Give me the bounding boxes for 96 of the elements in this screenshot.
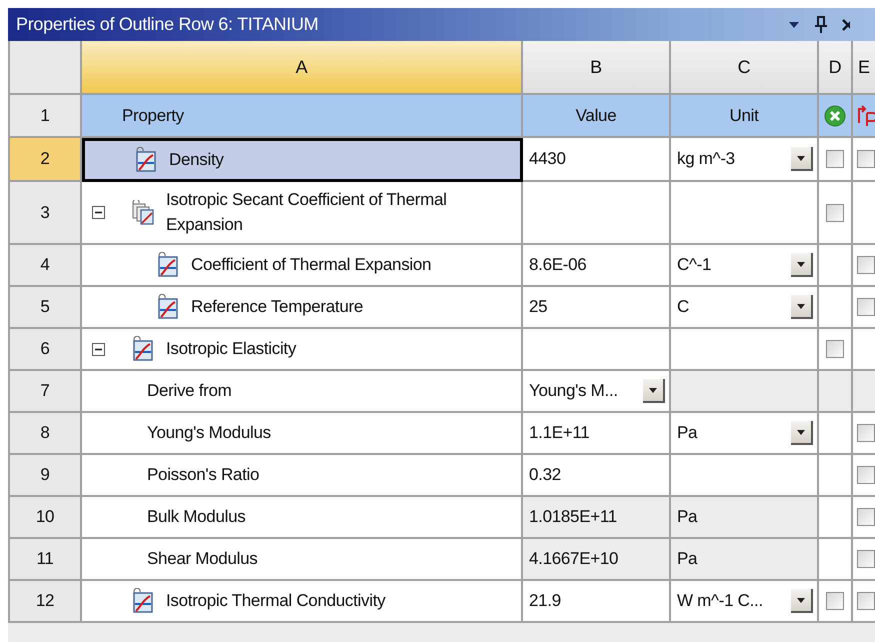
chart-icon bbox=[135, 147, 157, 173]
property-name: Isotropic Elasticity bbox=[166, 338, 296, 360]
property-name: Isotropic Secant Coefficient of Thermal Expansion bbox=[166, 189, 448, 236]
checkbox[interactable] bbox=[857, 256, 875, 274]
property-name: Young's Modulus bbox=[147, 422, 271, 444]
caret-icon bbox=[797, 430, 805, 435]
property-cell[interactable]: Isotropic Secant Coefficient of Thermal Expansion bbox=[82, 182, 523, 246]
dropdown-button[interactable] bbox=[791, 147, 813, 171]
chart-icon bbox=[157, 252, 179, 278]
row-number: 1 bbox=[10, 95, 82, 138]
column-header[interactable]: C bbox=[671, 41, 819, 95]
close-icon[interactable] bbox=[842, 16, 850, 32]
dropdown-button[interactable] bbox=[791, 253, 813, 278]
property-cell[interactable]: Bulk Modulus bbox=[82, 497, 523, 540]
unit-dropdown[interactable]: kg m^-3 bbox=[671, 138, 819, 182]
unit-cell: Pa bbox=[671, 497, 819, 540]
chart-icon bbox=[132, 336, 154, 362]
checkbox[interactable] bbox=[857, 424, 875, 442]
checkbox[interactable] bbox=[826, 340, 844, 358]
property-cell[interactable]: Reference Temperature bbox=[82, 287, 523, 330]
property-cell[interactable]: Derive from bbox=[82, 371, 523, 414]
caret-icon bbox=[649, 388, 657, 393]
value-cell: 8.6E-06 bbox=[523, 245, 671, 288]
collapse-button[interactable] bbox=[92, 206, 105, 220]
row-number: 4 bbox=[10, 245, 82, 288]
property-name: Derive from bbox=[147, 380, 232, 402]
row-number: 3 bbox=[10, 182, 82, 246]
value-dropdown[interactable]: Young's M... bbox=[523, 371, 671, 414]
dropdown-icon[interactable] bbox=[788, 20, 800, 28]
checkbox[interactable] bbox=[826, 150, 844, 168]
row-number: 10 bbox=[10, 497, 82, 540]
cancel-circle-icon bbox=[824, 104, 846, 126]
checkbox[interactable] bbox=[857, 298, 875, 316]
row-number: 8 bbox=[10, 413, 82, 456]
property-cell[interactable]: Isotropic Elasticity bbox=[82, 329, 523, 372]
row-number: 12 bbox=[10, 581, 82, 624]
caret-icon bbox=[797, 262, 805, 267]
row-number: 11 bbox=[10, 539, 82, 582]
property-name: Isotropic Thermal Conductivity bbox=[166, 590, 386, 612]
header-cell: Property bbox=[82, 95, 523, 138]
column-header[interactable]: A bbox=[82, 41, 523, 95]
unit-dropdown[interactable]: Pa bbox=[671, 413, 819, 456]
panel-title: Properties of Outline Row 6: TITANIUM bbox=[15, 14, 318, 35]
property-name: Reference Temperature bbox=[191, 296, 363, 318]
dropdown-button[interactable] bbox=[643, 379, 665, 404]
column-header[interactable]: B bbox=[523, 41, 671, 95]
unit-dropdown[interactable]: C^-1 bbox=[671, 245, 819, 288]
caret-icon bbox=[797, 156, 805, 160]
column-header[interactable]: E bbox=[853, 41, 875, 95]
property-cell[interactable]: Young's Modulus bbox=[82, 413, 523, 456]
checkbox[interactable] bbox=[857, 150, 875, 168]
value-cell: 21.9 bbox=[523, 581, 671, 624]
header-cell: Value bbox=[523, 95, 671, 138]
row-number: 2 bbox=[10, 138, 82, 182]
value-cell: 1.0185E+11 bbox=[523, 497, 671, 540]
property-name: Shear Modulus bbox=[147, 548, 258, 570]
checkbox[interactable] bbox=[826, 204, 844, 222]
property-name: Poisson's Ratio bbox=[147, 464, 260, 486]
caret-icon bbox=[797, 304, 805, 309]
value-cell: 0.32 bbox=[523, 455, 671, 498]
property-cell[interactable]: Isotropic Thermal Conductivity bbox=[82, 581, 523, 624]
row-number: 9 bbox=[10, 455, 82, 498]
caret-icon bbox=[797, 598, 805, 603]
dropdown-button[interactable] bbox=[791, 589, 813, 614]
property-name: Density bbox=[169, 148, 224, 171]
column-header[interactable]: D bbox=[819, 41, 853, 95]
dropdown-button[interactable] bbox=[791, 295, 813, 320]
arrows-icon bbox=[857, 104, 875, 126]
checkbox[interactable] bbox=[857, 550, 875, 568]
collapse-button[interactable] bbox=[92, 342, 105, 356]
chart-icon bbox=[157, 294, 179, 320]
value-cell: 25 bbox=[523, 287, 671, 330]
property-name: Bulk Modulus bbox=[147, 506, 246, 528]
checkbox[interactable] bbox=[857, 592, 875, 610]
unit-dropdown[interactable]: C bbox=[671, 287, 819, 330]
value-cell: 4430 bbox=[523, 138, 671, 182]
unit-cell: Pa bbox=[671, 539, 819, 582]
stacked-charts-icon bbox=[132, 200, 154, 226]
pin-icon[interactable] bbox=[814, 16, 828, 34]
checkbox[interactable] bbox=[857, 466, 875, 484]
row-number: 7 bbox=[10, 371, 82, 414]
property-cell[interactable]: Density bbox=[82, 138, 523, 182]
unit-dropdown[interactable]: W m^-1 C... bbox=[671, 581, 819, 624]
row-number: 6 bbox=[10, 329, 82, 372]
property-cell[interactable]: Coefficient of Thermal Expansion bbox=[82, 245, 523, 288]
header-cell: Unit bbox=[671, 95, 819, 138]
property-cell[interactable]: Shear Modulus bbox=[82, 539, 523, 582]
property-name: Coefficient of Thermal Expansion bbox=[191, 254, 432, 276]
value-cell: 1.1E+11 bbox=[523, 413, 671, 456]
checkbox[interactable] bbox=[857, 508, 875, 526]
checkbox[interactable] bbox=[826, 592, 844, 610]
dropdown-button[interactable] bbox=[791, 421, 813, 446]
property-cell[interactable]: Poisson's Ratio bbox=[82, 455, 523, 498]
chart-icon bbox=[132, 588, 154, 614]
value-cell: 4.1667E+10 bbox=[523, 539, 671, 582]
row-number: 5 bbox=[10, 287, 82, 330]
